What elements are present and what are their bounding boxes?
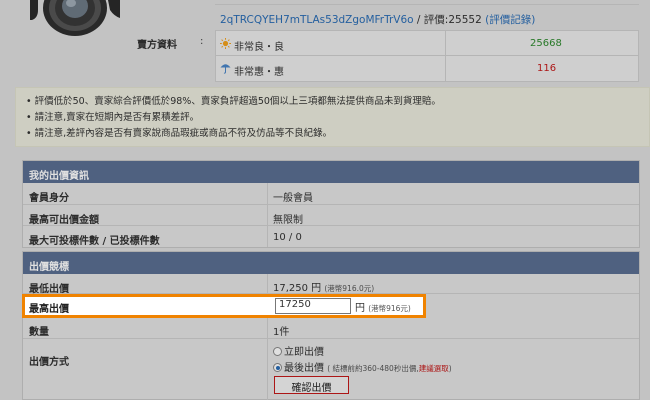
good-rating-label: 非常良・良 (234, 42, 284, 53)
member-status-label: 會員身分 (29, 193, 69, 204)
notice-line: • 評價低於50、賣家綜合評價低於98%、賣家負評超過50個以上三項都無法提供商… (26, 96, 441, 107)
seller-colon: : (200, 36, 204, 47)
seller-rating-value: 25552 (448, 14, 482, 26)
bid-method-label: 出價方式 (29, 357, 69, 368)
bid-count-value: 10 / 0 (273, 232, 302, 243)
seller-id: 2qTRCQYEH7mTLAs53dZgoMFrTrV6o / 評價:25552… (220, 12, 535, 27)
max-bid-hkd: (港幣916元) (368, 304, 411, 313)
camera-photo (30, 0, 120, 38)
table-row: 最大可投標件數 / 已投標件數 10 / 0 (23, 226, 639, 247)
option-last[interactable]: 最後出價 ( 結標前約360-480秒出價,建議選取) (273, 359, 452, 374)
rating-divider (445, 31, 446, 82)
sun-icon (220, 38, 231, 49)
good-rating-count: 25668 (530, 38, 562, 49)
table-row: 最高可出價金額 無限制 (23, 205, 639, 226)
member-status-value: 一般會員 (273, 193, 313, 204)
max-bid-limit-label: 最高可出價金額 (29, 215, 99, 226)
min-bid-label: 最低出價 (29, 284, 69, 295)
my-bid-info-header: 我的出價資訊 (23, 161, 639, 183)
bad-rating-count: 116 (537, 63, 557, 74)
my-bid-info-table: 我的出價資訊 會員身分 一般會員 最高可出價金額 無限制 最大可投標件數 / 已… (22, 160, 640, 248)
max-bid-label: 最高出價 (29, 304, 69, 315)
radio-last[interactable] (273, 363, 282, 372)
option-now[interactable]: 立即出價 (273, 343, 324, 358)
min-bid-hkd: (港幣916.0元) (324, 284, 375, 293)
table-row: 數量 1件 (23, 318, 639, 339)
rating-history-link[interactable]: (評價記錄) (485, 14, 535, 26)
notice-line: • 請注意,賣家在短期內是否有累積差評。 (26, 112, 200, 123)
table-row: 最低出價 17,250 円 (港幣916.0元) (23, 274, 639, 295)
table-row: 會員身分 一般會員 (23, 183, 639, 205)
notice-line: • 請注意,差評內容是否有賣家說商品瑕疵或商品不符及仿品等不良紀錄。 (26, 128, 333, 139)
confirm-bid-button[interactable]: 確認出價 (274, 376, 349, 394)
radio-now[interactable] (273, 347, 282, 356)
max-bid-limit-value: 無限制 (273, 215, 303, 226)
recommend-text: 建議選取 (418, 364, 449, 373)
quantity-label: 數量 (29, 327, 49, 338)
bad-rating-label: 非常惠・惠 (234, 67, 284, 78)
min-bid-value: 17,250 円 (港幣916.0元) (273, 283, 375, 294)
umbrella-icon (220, 64, 231, 74)
seller-rating-prefix: / 評價: (413, 14, 449, 26)
quantity-value: 1件 (273, 327, 290, 338)
seller-user-id[interactable]: 2qTRCQYEH7mTLAs53dZgoMFrTrV6o (220, 14, 414, 26)
bid-count-label: 最大可投標件數 / 已投標件數 (29, 236, 160, 247)
max-bid-input[interactable]: 17250 (275, 298, 351, 314)
max-bid-unit: 円 (港幣916元) (355, 303, 411, 314)
seller-section-label: 賣方資料 (137, 40, 177, 51)
bid-form-header: 出價競標 (23, 252, 639, 274)
